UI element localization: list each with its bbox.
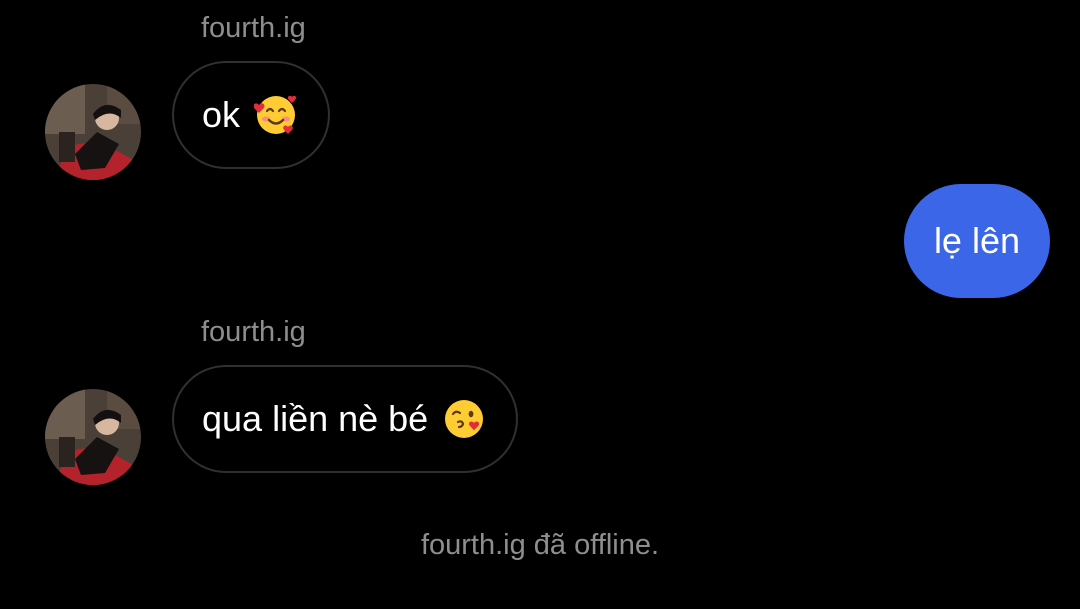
avatar[interactable] <box>45 84 141 180</box>
sender-name: fourth.ig <box>201 316 306 348</box>
outgoing-message-bubble[interactable]: lẹ lên <box>903 184 1050 298</box>
smiling-face-with-hearts-icon <box>254 93 298 137</box>
avatar[interactable] <box>45 389 141 485</box>
incoming-message-bubble[interactable]: ok <box>172 61 331 169</box>
message-text: lẹ lên <box>933 220 1020 261</box>
offline-status-text: fourth.ig đã offline. <box>420 529 660 561</box>
message-text: ok <box>202 94 241 135</box>
message-text: qua liền nè bé <box>202 398 429 439</box>
face-blowing-kiss-icon <box>442 397 486 441</box>
sender-name: fourth.ig <box>201 12 306 44</box>
incoming-message-bubble[interactable]: qua liền nè bé <box>172 365 519 473</box>
